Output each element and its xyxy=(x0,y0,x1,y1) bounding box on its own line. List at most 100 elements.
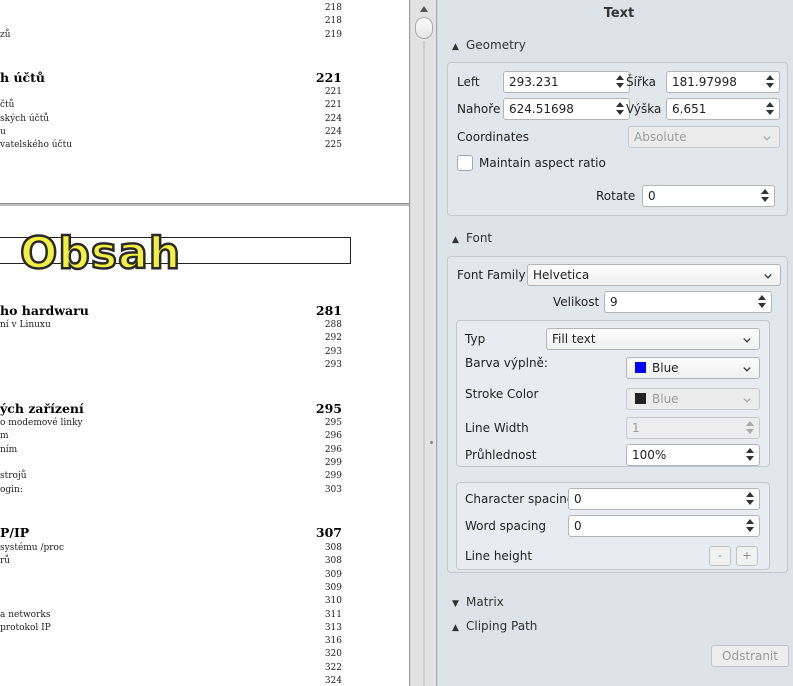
toc-line-page-number: 309 xyxy=(324,569,342,580)
character-spacing-spinbox[interactable]: 0 xyxy=(568,488,760,510)
type-label: Typ xyxy=(465,332,486,346)
toc-line-page-number: 299 xyxy=(324,457,342,468)
toc-line-text: a networks xyxy=(0,609,51,620)
toc-line-page-number: 221 xyxy=(324,87,342,97)
toc-line: protokol IP 313 xyxy=(0,622,342,634)
toc-line-page-number: 308 xyxy=(324,543,342,553)
toc-line-page-number: 221 xyxy=(324,100,342,111)
width-spinbox[interactable]: 181.97998 xyxy=(666,71,780,93)
toc-line: čtů 221 xyxy=(0,99,342,111)
chevron-down-icon xyxy=(763,133,771,141)
toc-line-text: zů xyxy=(0,29,11,40)
word-spacing-spinbox[interactable]: 0 xyxy=(568,515,760,537)
toc-line-text: ských účtů xyxy=(0,113,50,124)
maintain-aspect-checkbox[interactable] xyxy=(457,155,473,171)
spin-arrows-icon[interactable] xyxy=(745,491,755,507)
toc-heading: h účtů 221 xyxy=(0,70,342,85)
toc-line-page-number: 296 xyxy=(324,431,342,442)
toc-line-page-number: 316 xyxy=(324,636,342,647)
line-width-spinbox[interactable]: 1 xyxy=(626,417,760,439)
toc-line-text: rů xyxy=(0,556,11,567)
toc-line-text: o modemové linky xyxy=(0,418,83,428)
toc-line: vatelského účtu 225 xyxy=(0,139,342,151)
line-height-decrease-button[interactable]: - xyxy=(709,546,731,566)
toc-line-page-number: 292 xyxy=(324,333,342,344)
spin-arrows-icon[interactable] xyxy=(745,447,755,463)
spin-arrows-icon[interactable] xyxy=(760,188,770,204)
toc-line: 316 xyxy=(0,635,342,647)
left-label: Left xyxy=(457,75,480,89)
toc-line-text: čtů xyxy=(0,100,15,111)
word-spacing-label: Word spacing xyxy=(465,519,547,533)
toc-line: 309 xyxy=(0,582,342,594)
document-view[interactable]: 218 218 zů 219 h účtů 221 221 čtů 221 ských účt… xyxy=(0,0,410,686)
toc-line: ských účtů 224 xyxy=(0,113,342,125)
spin-arrows-icon[interactable] xyxy=(745,518,755,534)
top-spinbox[interactable]: 624.51698 xyxy=(503,98,630,120)
toc-line-text: vatelského účtu xyxy=(0,140,72,151)
spin-arrows-icon[interactable] xyxy=(765,74,775,90)
chevron-down-icon xyxy=(764,271,772,279)
font-family-dropdown[interactable]: Helvetica xyxy=(527,264,781,286)
font-size-spinbox[interactable]: 9 xyxy=(604,291,772,313)
line-height-increase-button[interactable]: + xyxy=(736,546,758,566)
panel-title: Text xyxy=(603,6,635,21)
scroll-track[interactable] xyxy=(423,41,425,686)
toc-line-page-number: 218 xyxy=(324,16,342,27)
toc-line-page-number: 293 xyxy=(324,359,342,370)
toc-line: 310 xyxy=(0,595,342,607)
remove-button[interactable]: Odstranit xyxy=(711,645,789,667)
toc-heading: ho hardwaru 281 xyxy=(0,303,342,318)
toc-line: 221 xyxy=(0,86,342,98)
width-label: Šířka xyxy=(626,75,656,89)
toc-line-page-number: 224 xyxy=(324,113,342,124)
rotate-label: Rotate xyxy=(596,189,636,203)
fill-color-dropdown[interactable]: Blue xyxy=(626,357,760,379)
opacity-spinbox[interactable]: 100% xyxy=(626,444,760,466)
toc-line: rů 308 xyxy=(0,555,342,567)
height-spinbox[interactable]: 6.651 xyxy=(666,98,780,120)
toc-line-page-number: 295 xyxy=(324,418,342,428)
toc-line: strojů 299 xyxy=(0,470,342,482)
toc-heading: ých zařízení 295 xyxy=(0,401,342,416)
scroll-up-arrow-icon[interactable] xyxy=(417,3,431,15)
spin-arrows-icon[interactable] xyxy=(615,74,625,90)
toc-line-page-number: 322 xyxy=(324,662,342,673)
stroke-color-dropdown[interactable]: Blue xyxy=(626,388,760,410)
vertical-scrollbar[interactable] xyxy=(411,0,437,686)
toc-line-page-number: 225 xyxy=(324,140,342,151)
toc-line: 320 xyxy=(0,648,342,660)
scroll-thumb[interactable] xyxy=(415,17,433,39)
matrix-section-toggle[interactable]: ▼ Matrix xyxy=(452,594,504,610)
spin-arrows-icon[interactable] xyxy=(765,101,775,117)
toc-line: 309 xyxy=(0,569,342,581)
geometry-section-toggle[interactable]: ▲ Geometry xyxy=(452,37,526,53)
line-width-label: Line Width xyxy=(465,421,529,435)
chevron-up-icon: ▲ xyxy=(452,235,459,245)
spin-arrows-icon[interactable] xyxy=(615,101,625,117)
toc-line: 293 xyxy=(0,346,342,358)
properties-panel: Text ▲ Geometry Left 293.231 Šířka 181.97… xyxy=(438,0,793,686)
rotate-spinbox[interactable]: 0 xyxy=(642,185,775,207)
font-section-toggle[interactable]: ▲ Font xyxy=(452,230,492,246)
toc-heading: P/IP 307 xyxy=(0,525,342,540)
toc-line-page-number: 313 xyxy=(324,622,342,633)
spin-arrows-icon[interactable] xyxy=(745,420,755,436)
page-separator xyxy=(0,203,409,206)
chevron-up-icon: ▲ xyxy=(452,623,459,633)
clipping-path-section-toggle[interactable]: ▲ Cliping Path xyxy=(452,618,537,634)
toc-line: 293 xyxy=(0,359,342,371)
left-spinbox[interactable]: 293.231 xyxy=(503,71,630,93)
splitter-handle[interactable] xyxy=(430,441,433,444)
coordinates-dropdown[interactable]: Absolute xyxy=(628,126,780,148)
chevron-down-icon xyxy=(743,395,751,403)
toc-line-page-number: 296 xyxy=(324,444,342,455)
toc-line-page-number: 219 xyxy=(324,29,342,40)
type-dropdown[interactable]: Fill text xyxy=(546,328,760,350)
top-label: Nahoře xyxy=(457,102,501,116)
spin-arrows-icon[interactable] xyxy=(757,294,767,310)
toc-line: 324 xyxy=(0,675,342,686)
toc-line-page-number: 310 xyxy=(324,596,342,607)
color-swatch xyxy=(635,393,646,404)
toc-line-page-number: 224 xyxy=(324,126,342,137)
